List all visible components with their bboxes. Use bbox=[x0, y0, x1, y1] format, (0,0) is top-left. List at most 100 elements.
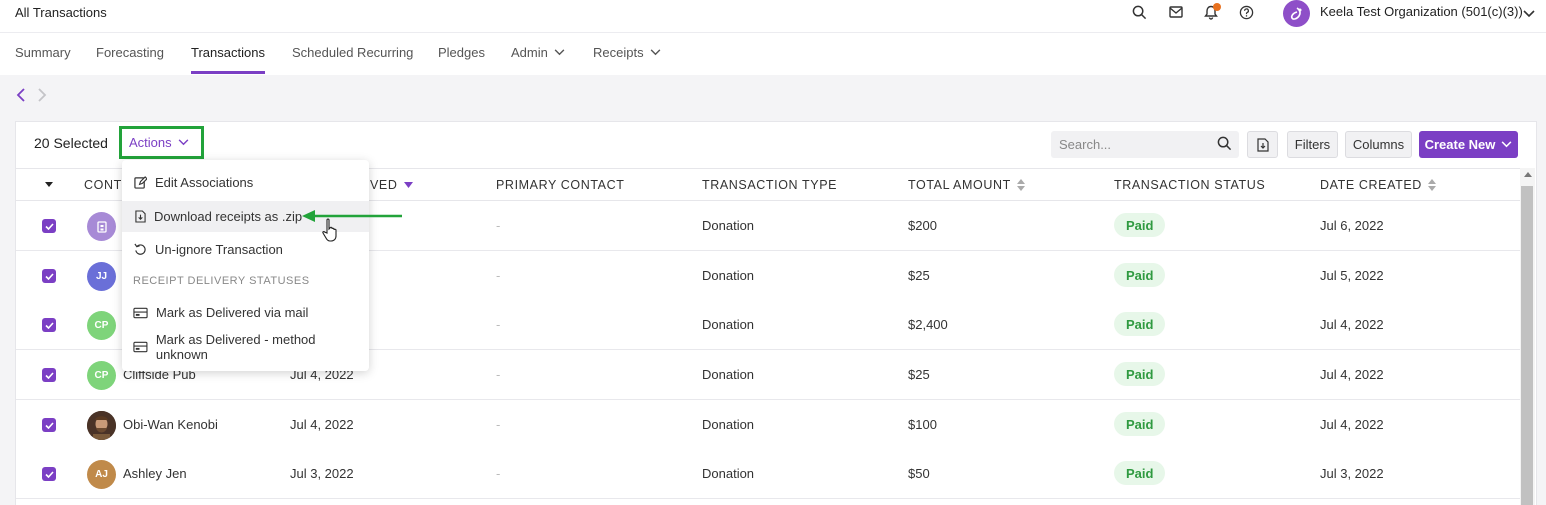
search-icon[interactable] bbox=[1131, 4, 1147, 20]
avatar: CP bbox=[87, 311, 116, 340]
column-date-received[interactable]: VED bbox=[370, 178, 413, 192]
primary-contact-cell: - bbox=[496, 417, 501, 432]
total-amount-cell: $2,400 bbox=[908, 317, 948, 332]
transaction-type-cell: Donation bbox=[702, 268, 755, 283]
menu-section-label: RECEIPT DELIVERY STATUSES bbox=[133, 275, 310, 287]
building-icon bbox=[96, 220, 107, 233]
scroll-up-arrow[interactable] bbox=[1524, 172, 1532, 177]
download-icon bbox=[135, 210, 146, 223]
row-checkbox[interactable] bbox=[42, 219, 56, 233]
date-created-cell: Jul 4, 2022 bbox=[1320, 317, 1384, 332]
menu-item-edit-associations[interactable]: Edit Associations bbox=[122, 167, 369, 198]
total-amount-cell: $25 bbox=[908, 268, 930, 283]
column-transaction-status[interactable]: TRANSACTION STATUS bbox=[1114, 178, 1265, 192]
mail-icon[interactable] bbox=[1168, 4, 1184, 20]
row-checkbox[interactable] bbox=[42, 368, 56, 382]
column-contact[interactable]: CONT bbox=[84, 178, 122, 192]
person-photo-icon bbox=[87, 411, 116, 440]
chevron-left-icon[interactable] bbox=[16, 88, 26, 107]
date-received-cell: Jul 4, 2022 bbox=[290, 417, 354, 432]
org-name[interactable]: Keela Test Organization (501(c)(3)) bbox=[1320, 4, 1523, 19]
status-badge: Paid bbox=[1114, 312, 1166, 336]
avatar bbox=[87, 212, 116, 241]
columns-button[interactable]: Columns bbox=[1345, 131, 1412, 158]
table-row[interactable]: Obi-Wan Kenobi Jul 4, 2022 - Donation $1… bbox=[16, 400, 1520, 450]
export-button[interactable] bbox=[1247, 131, 1278, 158]
row-checkbox[interactable] bbox=[42, 418, 56, 432]
sort-icon bbox=[1016, 179, 1025, 191]
date-created-cell: Jul 4, 2022 bbox=[1320, 417, 1384, 432]
chevron-down-icon bbox=[650, 49, 660, 56]
transaction-type-cell: Donation bbox=[702, 367, 755, 382]
search-input[interactable] bbox=[1051, 131, 1211, 158]
search-box bbox=[1051, 131, 1239, 158]
actions-button[interactable]: Actions bbox=[124, 131, 199, 154]
total-amount-cell: $50 bbox=[908, 466, 930, 481]
contact-name-cell[interactable]: Obi-Wan Kenobi bbox=[123, 417, 218, 432]
status-badge: Paid bbox=[1114, 263, 1166, 287]
tab-pledges[interactable]: Pledges bbox=[438, 45, 485, 60]
avatar: CP bbox=[87, 361, 116, 390]
date-created-cell: Jul 4, 2022 bbox=[1320, 367, 1384, 382]
transaction-type-cell: Donation bbox=[702, 317, 755, 332]
tab-admin[interactable]: Admin bbox=[511, 45, 565, 60]
transaction-type-cell: Donation bbox=[702, 417, 755, 432]
primary-contact-cell: - bbox=[496, 268, 501, 283]
date-created-cell: Jul 5, 2022 bbox=[1320, 268, 1384, 283]
total-amount-cell: $100 bbox=[908, 417, 937, 432]
chevron-down-icon bbox=[554, 49, 565, 56]
date-created-cell: Jul 6, 2022 bbox=[1320, 218, 1384, 233]
chevron-down-icon[interactable] bbox=[1523, 5, 1535, 23]
table-row[interactable]: AJ Ashley Jen Jul 3, 2022 - Donation $50… bbox=[16, 449, 1520, 499]
menu-item-mark-delivered-unknown[interactable]: Mark as Delivered - method unknown bbox=[122, 331, 369, 362]
check-icon bbox=[44, 421, 54, 429]
sort-desc-icon bbox=[403, 182, 413, 188]
status-badge: Paid bbox=[1114, 461, 1166, 485]
select-all-dropdown[interactable] bbox=[45, 182, 53, 187]
row-checkbox[interactable] bbox=[42, 467, 56, 481]
column-transaction-type[interactable]: TRANSACTION TYPE bbox=[702, 178, 837, 192]
column-date-created[interactable]: DATE CREATED bbox=[1320, 178, 1436, 192]
page-title: All Transactions bbox=[15, 5, 107, 20]
filters-button[interactable]: Filters bbox=[1287, 131, 1338, 158]
scrollbar-thumb[interactable] bbox=[1521, 186, 1533, 505]
tab-transactions[interactable]: Transactions bbox=[191, 45, 265, 60]
undo-icon bbox=[134, 243, 146, 255]
caret-down-icon bbox=[45, 182, 53, 187]
chevron-down-icon bbox=[178, 139, 189, 146]
help-icon[interactable] bbox=[1238, 4, 1254, 20]
actions-menu: Edit Associations Download receipts as .… bbox=[122, 160, 369, 371]
contact-name-cell[interactable]: Ashley Jen bbox=[123, 466, 187, 481]
selected-count: 20 Selected bbox=[34, 135, 108, 151]
avatar: AJ bbox=[87, 460, 116, 489]
primary-contact-cell: - bbox=[496, 218, 501, 233]
sort-icon bbox=[1427, 179, 1436, 191]
primary-contact-cell: - bbox=[496, 367, 501, 382]
tab-summary[interactable]: Summary bbox=[15, 45, 71, 60]
create-new-button[interactable]: Create New bbox=[1419, 131, 1518, 158]
primary-contact-cell: - bbox=[496, 317, 501, 332]
status-badge: Paid bbox=[1114, 412, 1166, 436]
row-checkbox[interactable] bbox=[42, 269, 56, 283]
status-badge: Paid bbox=[1114, 213, 1166, 237]
edit-icon bbox=[134, 176, 147, 189]
tab-scheduled-recurring[interactable]: Scheduled Recurring bbox=[292, 45, 413, 60]
check-icon bbox=[44, 470, 54, 478]
check-icon bbox=[44, 371, 54, 379]
row-checkbox[interactable] bbox=[42, 318, 56, 332]
tab-forecasting[interactable]: Forecasting bbox=[96, 45, 164, 60]
tab-receipts[interactable]: Receipts bbox=[593, 45, 661, 60]
org-logo[interactable] bbox=[1283, 0, 1310, 27]
column-total-amount[interactable]: TOTAL AMOUNT bbox=[908, 178, 1025, 192]
check-icon bbox=[44, 222, 54, 230]
chevron-right-icon[interactable] bbox=[37, 88, 47, 107]
status-badge: Paid bbox=[1114, 362, 1166, 386]
transaction-type-cell: Donation bbox=[702, 466, 755, 481]
column-primary-contact[interactable]: PRIMARY CONTACT bbox=[496, 178, 624, 192]
date-created-cell: Jul 3, 2022 bbox=[1320, 466, 1384, 481]
chevron-down-icon bbox=[1501, 141, 1512, 148]
menu-item-mark-delivered-mail[interactable]: Mark as Delivered via mail bbox=[122, 297, 369, 328]
search-icon[interactable] bbox=[1217, 136, 1232, 156]
tab-bar: Summary Forecasting Transactions Schedul… bbox=[0, 33, 1546, 75]
mail-delivered-icon bbox=[133, 341, 148, 352]
